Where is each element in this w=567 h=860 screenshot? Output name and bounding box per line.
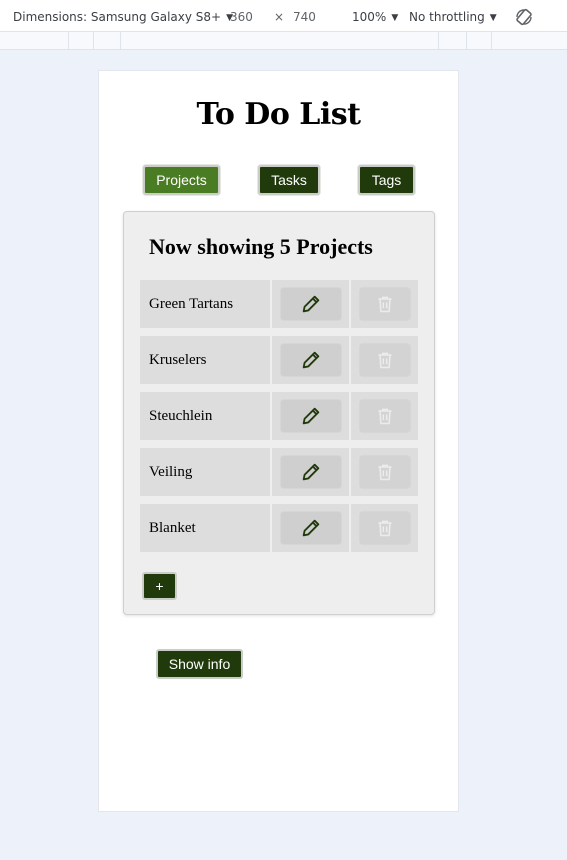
throttling-dropdown[interactable]: No throttling ▼ (409, 0, 497, 32)
pencil-icon (302, 463, 320, 481)
device-ruler (0, 32, 567, 50)
edit-project-button[interactable] (280, 399, 342, 433)
trash-icon (378, 352, 392, 369)
delete-cell (351, 392, 418, 440)
show-info-button[interactable]: Show info (156, 649, 243, 679)
trash-icon (378, 408, 392, 425)
ruler-tick (466, 32, 467, 50)
nav-tasks-button[interactable]: Tasks (258, 165, 320, 195)
zoom-label: 100% (352, 10, 387, 24)
nav-tags-button[interactable]: Tags (358, 165, 415, 195)
edit-project-button[interactable] (280, 455, 342, 489)
project-row: Green Tartans (140, 280, 418, 328)
delete-cell (351, 448, 418, 496)
project-row: Kruselers (140, 336, 418, 384)
delete-project-button[interactable] (359, 343, 411, 377)
ruler-tick (438, 32, 439, 50)
ruler-tick (120, 32, 121, 50)
ruler-tick (68, 32, 69, 50)
throttling-label: No throttling (409, 10, 485, 24)
device-viewport: To Do List Projects Tasks Tags Now showi… (98, 70, 459, 812)
project-name: Veiling (140, 448, 270, 496)
width-input[interactable]: 360 (230, 0, 253, 32)
trash-icon (378, 296, 392, 313)
zoom-dropdown[interactable]: 100% ▼ (352, 0, 398, 32)
edit-project-button[interactable] (280, 511, 342, 545)
project-name: Steuchlein (140, 392, 270, 440)
project-name: Blanket (140, 504, 270, 552)
trash-icon (378, 520, 392, 537)
delete-cell (351, 280, 418, 328)
project-row: Blanket (140, 504, 418, 552)
pencil-icon (302, 295, 320, 313)
add-project-button[interactable]: + (142, 572, 177, 600)
delete-cell (351, 336, 418, 384)
ruler-tick (93, 32, 94, 50)
trash-icon (378, 464, 392, 481)
edit-project-button[interactable] (280, 287, 342, 321)
dimensions-dropdown[interactable]: Dimensions: Samsung Galaxy S8+ ▼ (13, 0, 233, 32)
edit-cell (272, 336, 349, 384)
edit-cell (272, 448, 349, 496)
throttling-caret-icon: ▼ (489, 13, 497, 23)
delete-cell (351, 504, 418, 552)
delete-project-button[interactable] (359, 511, 411, 545)
edit-cell (272, 392, 349, 440)
ruler-tick (491, 32, 492, 50)
pencil-icon (302, 407, 320, 425)
pencil-icon (302, 351, 320, 369)
project-row: Steuchlein (140, 392, 418, 440)
rotate-icon[interactable] (514, 7, 534, 27)
edit-project-button[interactable] (280, 343, 342, 377)
delete-project-button[interactable] (359, 287, 411, 321)
dimensions-label: Dimensions: Samsung Galaxy S8+ (13, 10, 222, 24)
projects-panel: Now showing 5 Projects Green Tartans Kru… (123, 211, 435, 615)
project-name: Green Tartans (140, 280, 270, 328)
project-row: Veiling (140, 448, 418, 496)
panel-heading: Now showing 5 Projects (149, 234, 373, 259)
project-name: Kruselers (140, 336, 270, 384)
times-sign: × (274, 10, 285, 24)
app-title: To Do List (196, 97, 361, 132)
nav-projects-button[interactable]: Projects (143, 165, 220, 195)
delete-project-button[interactable] (359, 399, 411, 433)
zoom-caret-icon: ▼ (391, 13, 399, 23)
edit-cell (272, 504, 349, 552)
height-input[interactable]: 740 (293, 0, 316, 32)
devtools-device-toolbar: Dimensions: Samsung Galaxy S8+ ▼ 360 × 74… (0, 0, 567, 32)
edit-cell (272, 280, 349, 328)
delete-project-button[interactable] (359, 455, 411, 489)
pencil-icon (302, 519, 320, 537)
